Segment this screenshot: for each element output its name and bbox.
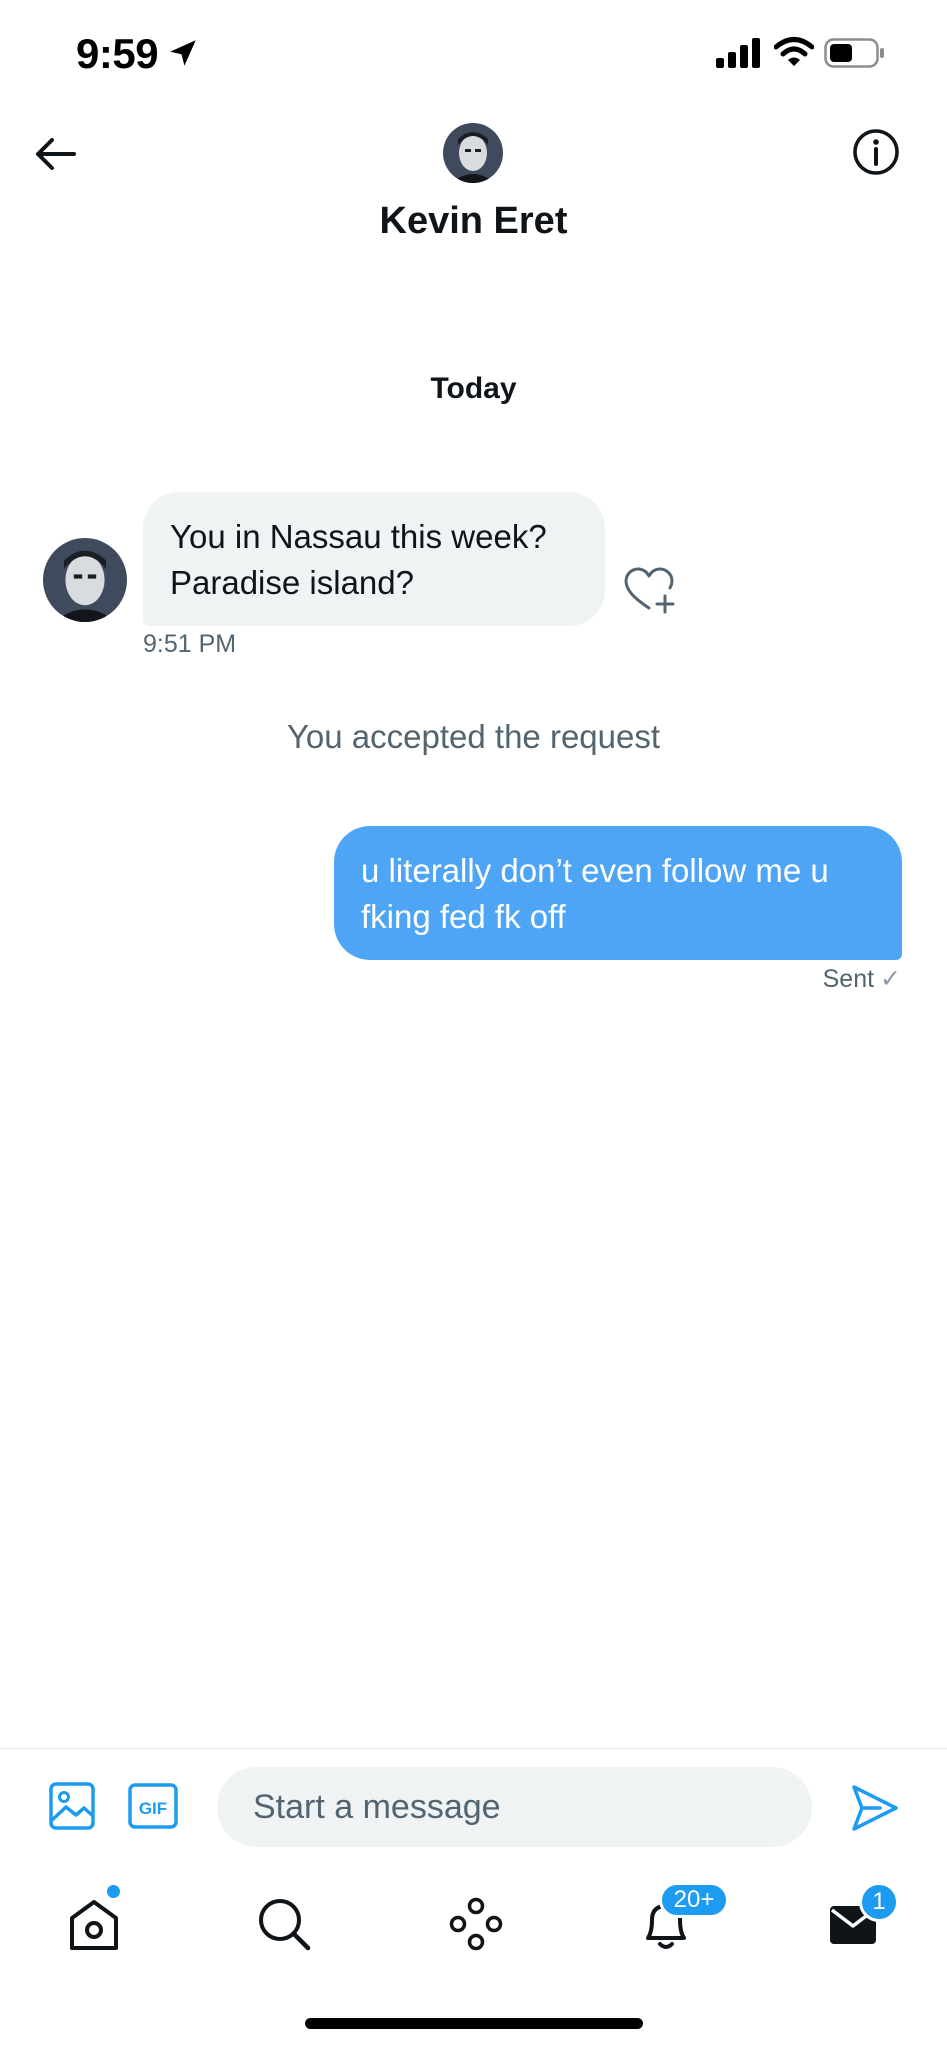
message-line: fking fed fk off [361, 898, 566, 935]
day-separator: Today [430, 372, 517, 405]
portrait-avatar-image [43, 538, 127, 622]
portrait-avatar-image [443, 123, 503, 183]
send-icon[interactable] [850, 1783, 900, 1833]
wifi-icon [774, 37, 814, 66]
tab-search-icon[interactable] [252, 1892, 316, 1956]
tab-spaces-icon[interactable] [444, 1892, 508, 1956]
tab-home-icon[interactable] [62, 1892, 126, 1956]
home-new-dot [107, 1885, 120, 1898]
messages-badge: 1 [859, 1882, 899, 1922]
message-status-label: Sent [822, 965, 875, 993]
bottom-tab-bar: 20+ 1 [0, 1868, 947, 1988]
incoming-message-bubble[interactable]: You in Nassau this week? Paradise island… [143, 492, 605, 626]
message-line: Paradise island? [170, 564, 414, 601]
gif-icon: GIF [128, 1783, 178, 1829]
message-composer: GIF [0, 1748, 947, 1868]
status-time: 9:59 [76, 30, 159, 77]
outgoing-message-bubble[interactable]: u literally don’t even follow me u fking… [334, 826, 902, 960]
battery-icon [824, 38, 884, 68]
contact-name[interactable]: Kevin Eret [0, 200, 947, 243]
image-icon[interactable] [48, 1781, 96, 1831]
gif-button[interactable]: GIF [128, 1783, 178, 1829]
back-arrow-icon[interactable] [30, 128, 82, 180]
message-timestamp: 9:51 PM [143, 630, 237, 658]
message-input[interactable] [217, 1767, 812, 1847]
heart-plus-icon[interactable] [622, 566, 676, 616]
message-line: u literally don’t even follow me u [361, 852, 829, 889]
home-indicator[interactable] [305, 2018, 643, 2029]
location-arrow-icon [170, 40, 196, 66]
sender-avatar[interactable] [43, 538, 127, 622]
system-message: You accepted the request [286, 718, 661, 755]
message-status: Sent ✓ [823, 964, 901, 994]
contact-avatar[interactable] [443, 123, 503, 183]
info-icon[interactable] [850, 126, 902, 178]
signal-bars-icon [716, 38, 760, 68]
notifications-badge: 20+ [659, 1882, 729, 1918]
message-line: You in Nassau this week? [170, 518, 547, 555]
gif-label: GIF [139, 1799, 167, 1818]
checkmark-icon: ✓ [880, 965, 901, 993]
status-bar: 9:59 [0, 0, 947, 110]
